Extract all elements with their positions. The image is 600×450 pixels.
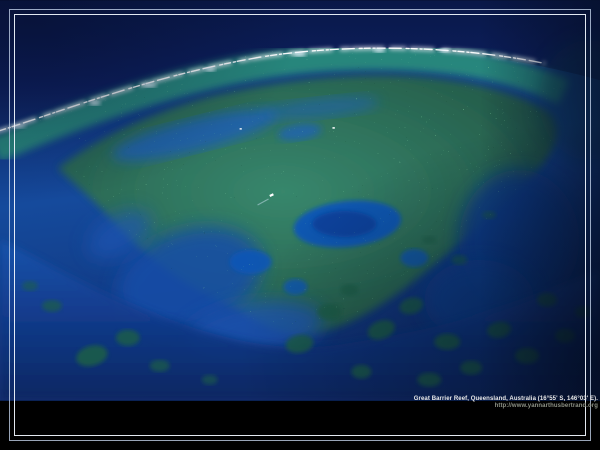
boat-speck2-icon	[240, 128, 242, 129]
topleft-vignette	[0, 0, 600, 400]
photo-caption: Great Barrier Reef, Queensland, Australi…	[414, 396, 598, 410]
reef-photo-art	[0, 0, 600, 401]
caption-location: Great Barrier Reef, Queensland, Australi…	[414, 396, 598, 403]
desktop-wallpaper: Great Barrier Reef, Queensland, Australi…	[0, 0, 600, 450]
boat-speck-icon	[332, 127, 334, 129]
caption-url: http://www.yannarthusbertrand.org	[414, 403, 598, 410]
reef-photo	[0, 0, 600, 401]
